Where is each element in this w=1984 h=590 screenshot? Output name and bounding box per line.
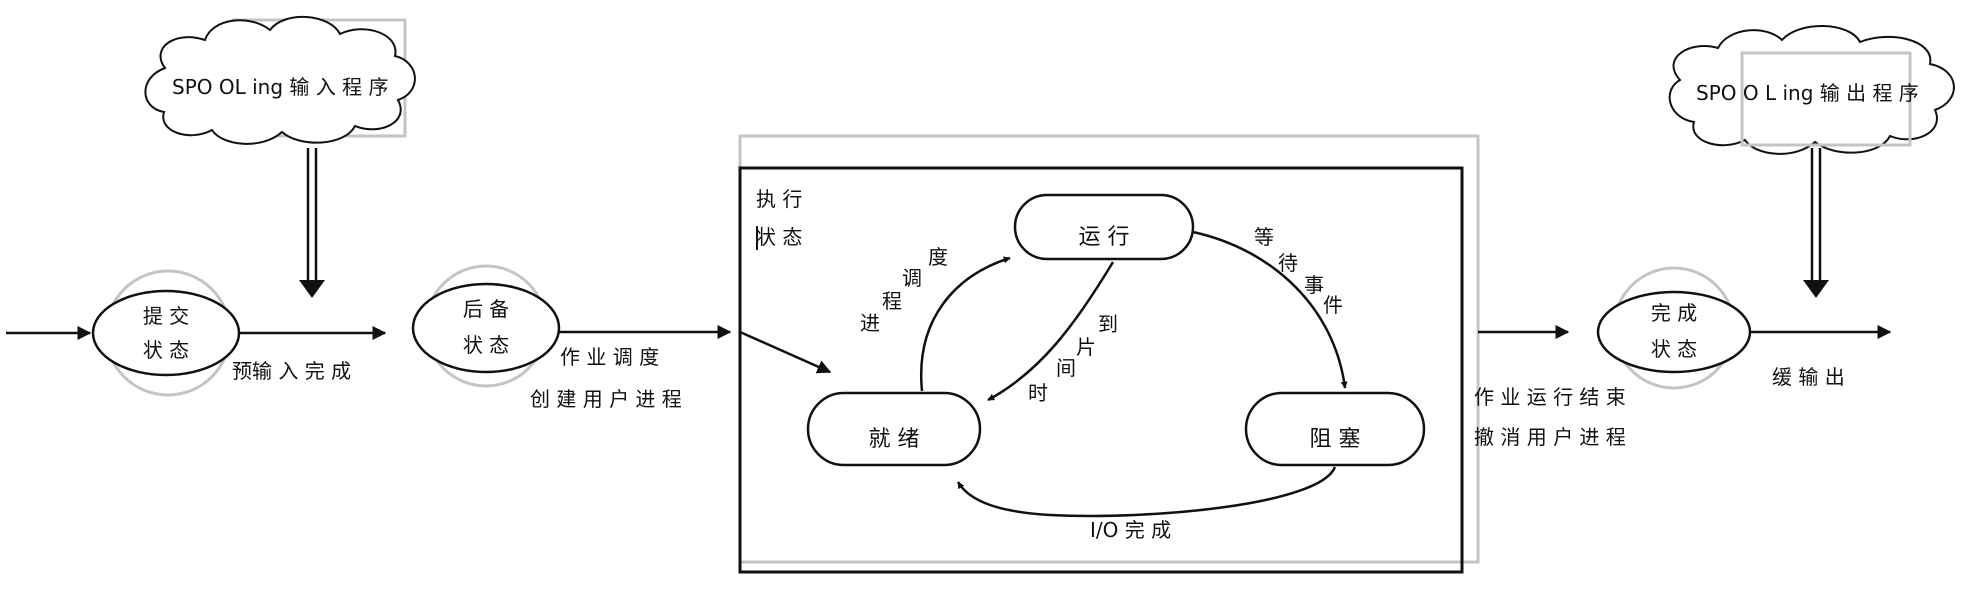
pre-input-label: 预输 入 完 成 [232,359,351,383]
proc-sched-char4: 度 [928,245,948,269]
wait-event-char2: 待 [1278,251,1298,275]
proc-sched-char2: 程 [882,289,902,313]
io-done-label: I/O 完 成 [1090,518,1171,542]
wait-event-char4: 件 [1323,293,1343,317]
time-slice-char2: 间 [1056,356,1076,380]
blocked-label: 阻 塞 [1310,427,1361,452]
proc-sched-char3: 调 [902,266,922,290]
proc-sched-arrow [919,256,1011,392]
time-slice-arrow [987,261,1115,402]
backup-state-line2: 状 态 [463,333,509,357]
time-slice-char3: 片 [1076,335,1096,359]
job-sched-line1: 作 业 调 度 [560,345,659,369]
exec-title-line1: 执 行 [756,187,802,211]
spool-input-arrowhead [299,280,325,298]
running-label: 运 行 [1079,225,1130,250]
done-state-line1: 完 成 [1651,301,1697,325]
exec-entry-arrow [739,330,832,374]
submit-state-line1: 提 交 [143,304,189,328]
wait-event-char1: 等 [1254,225,1274,249]
io-done-arrow [956,466,1337,518]
job-sched-line2: 创 建 用 户 进 程 [530,387,682,411]
time-slice-char1: 时 [1028,381,1048,405]
time-slice-char4: 到 [1098,312,1118,336]
submit-state-line2: 状 态 [143,338,189,362]
job-end-line2: 撤 消 用 户 进 程 [1474,425,1626,449]
spool-input-label: SPO OL ing 输 入 程 序 [172,75,388,99]
spool-output-cloud: SPO O L ing 输 出 程 序 [1668,25,1955,155]
exec-title-line2: 状 态 [756,225,802,249]
wait-event-char3: 事 [1304,273,1324,297]
spool-input-cloud: SPO OL ing 输 入 程 序 [144,16,416,145]
buffer-out-label: 缓 输 出 [1772,365,1845,389]
job-end-line1: 作 业 运 行 结 束 [1474,385,1626,409]
done-state-line2: 状 态 [1651,337,1697,361]
ready-label: 就 绪 [869,427,920,452]
spool-output-arrowhead [1803,280,1829,298]
proc-sched-char1: 进 [860,311,880,335]
backup-state-line1: 后 备 [463,297,509,321]
spool-output-label: SPO O L ing 输 出 程 序 [1696,81,1919,105]
